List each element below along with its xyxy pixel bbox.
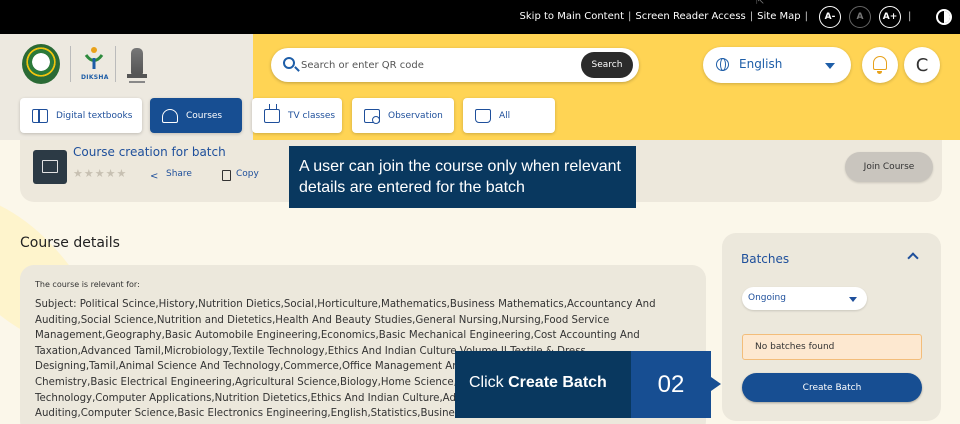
tab-tv-classes[interactable]: TV classes [252, 98, 342, 133]
step-callout: Click Create Batch [455, 351, 631, 418]
contrast-toggle-icon[interactable] [936, 9, 952, 25]
logo-divider [70, 46, 71, 82]
diksha-logo[interactable]: DIKSHA [80, 44, 108, 86]
national-emblem-logo [124, 44, 150, 86]
mouse-cursor-icon: ⇱ [756, 0, 765, 7]
course-book-icon [42, 160, 58, 173]
diksha-mark-icon [84, 47, 104, 69]
divider: | [908, 11, 912, 22]
font-increase-button[interactable]: A+ [879, 6, 901, 28]
copy-icon [222, 170, 231, 181]
join-course-button[interactable]: Join Course [845, 152, 933, 182]
link-separator: | [804, 11, 808, 22]
link-separator: | [749, 11, 754, 22]
tv-icon [264, 103, 280, 123]
tab-label: Courses [186, 110, 223, 121]
callout-arrow-icon [711, 377, 721, 391]
callout-action: Create Batch [508, 374, 607, 391]
tab-label: TV classes [288, 110, 336, 121]
search-icon [283, 57, 295, 69]
logo-divider [115, 46, 116, 82]
globe-icon [716, 58, 729, 71]
inbox-icon [475, 108, 491, 123]
share-icon: < [150, 171, 159, 182]
callout-prefix: Click [469, 374, 509, 391]
font-normal-button[interactable]: A [849, 6, 871, 28]
tab-digital-textbooks[interactable]: Digital textbooks [20, 98, 142, 133]
rating-stars: ★★★★★ [73, 167, 128, 180]
course-thumbnail [33, 150, 67, 184]
course-title: Course creation for batch [73, 145, 226, 159]
batch-status-select[interactable]: Ongoing [742, 287, 867, 310]
font-decrease-button[interactable]: A- [819, 6, 841, 28]
tab-courses[interactable]: Courses [150, 98, 242, 133]
bell-icon [873, 56, 887, 74]
share-label: Share [166, 169, 192, 179]
tab-label: Digital textbooks [56, 110, 133, 121]
step-number-badge: 02 [631, 351, 711, 418]
avatar[interactable]: C [904, 47, 940, 83]
language-select[interactable]: English [703, 47, 851, 83]
language-value: English [739, 57, 783, 71]
relevant-for-label: The course is relevant for: [35, 280, 140, 289]
join-course-tooltip: A user can join the course only when rel… [289, 146, 636, 208]
course-details-heading: Course details [20, 235, 120, 251]
tab-label: Observation [388, 110, 443, 121]
chevron-up-icon[interactable] [907, 252, 919, 264]
search-bar: Search [271, 48, 639, 82]
graduation-cap-icon [162, 108, 178, 123]
tab-all[interactable]: All [463, 98, 555, 133]
no-batches-alert: No batches found [742, 334, 922, 360]
copy-label: Copy [236, 169, 259, 179]
batches-panel: Batches Ongoing No batches found Create … [722, 233, 941, 421]
top-accessibility-bar: Skip to Main Content | Screen Reader Acc… [0, 0, 960, 34]
site-map-link[interactable]: Site Map [757, 11, 800, 22]
screen-reader-link[interactable]: Screen Reader Access [635, 11, 745, 22]
link-separator: | [628, 11, 632, 22]
observation-icon [364, 108, 380, 124]
book-icon [32, 108, 48, 123]
search-input[interactable] [301, 56, 541, 74]
diksha-label: DIKSHA [81, 74, 109, 81]
search-button[interactable]: Search [581, 52, 633, 78]
notification-button[interactable] [862, 47, 898, 83]
batch-status-value: Ongoing [748, 293, 786, 303]
tab-observation[interactable]: Observation [352, 98, 454, 133]
chevron-down-icon [825, 63, 835, 69]
batches-heading: Batches [741, 252, 790, 266]
chevron-down-icon [849, 297, 857, 302]
accessibility-links: Skip to Main Content | Screen Reader Acc… [520, 11, 808, 22]
create-batch-button[interactable]: Create Batch [742, 373, 922, 402]
state-emblem-logo [22, 44, 60, 84]
skip-to-main-link[interactable]: Skip to Main Content [520, 11, 624, 22]
tab-label: All [499, 110, 511, 121]
